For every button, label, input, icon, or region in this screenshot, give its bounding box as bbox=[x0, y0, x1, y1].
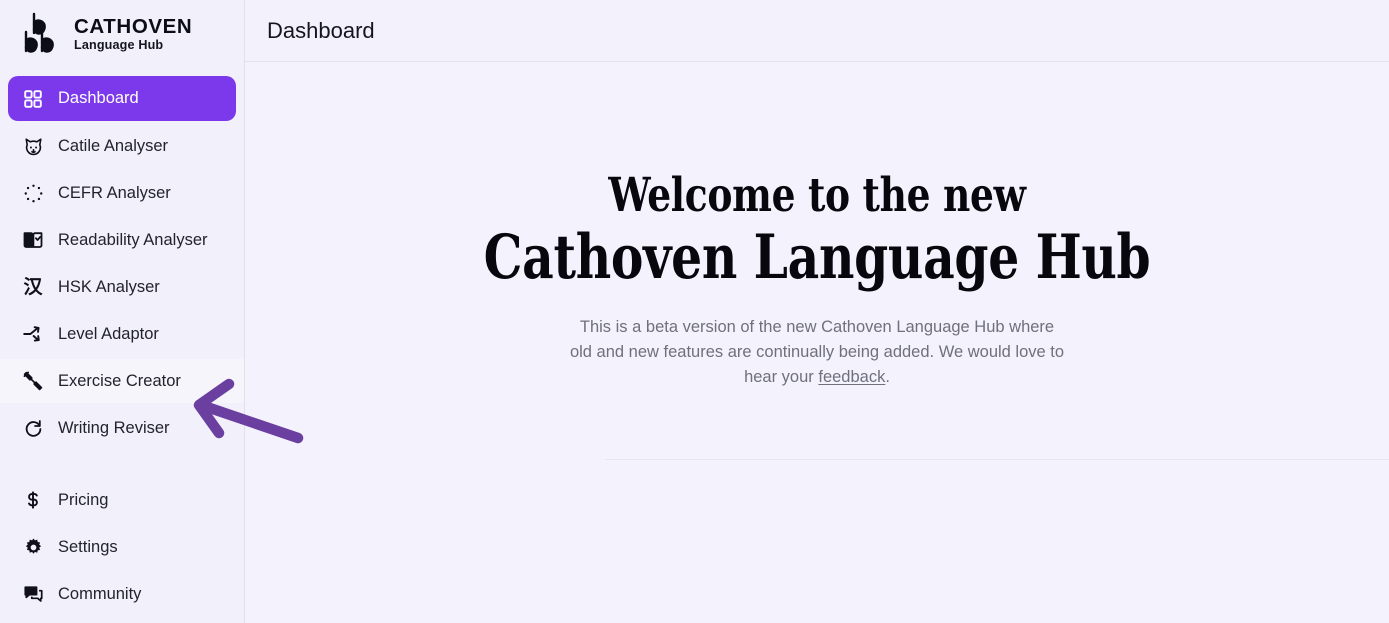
sidebar-nav-bottom: Pricing Settings Community bbox=[0, 475, 244, 619]
sidebar-item-pricing[interactable]: Pricing bbox=[8, 478, 236, 522]
welcome-heading-line2: Cathoven Language Hub bbox=[483, 222, 1151, 294]
welcome-hero: Welcome to the new Cathoven Language Hub… bbox=[367, 168, 1267, 390]
sidebar-item-hsk-analyser[interactable]: 汉 HSK Analyser bbox=[8, 265, 236, 309]
sidebar-item-label: Exercise Creator bbox=[58, 371, 181, 390]
page-title: Dashboard bbox=[267, 17, 375, 43]
sidebar-item-community[interactable]: Community bbox=[8, 572, 236, 616]
shuffle-arrows-icon bbox=[22, 323, 44, 345]
sidebar-item-writing-reviser[interactable]: Writing Reviser bbox=[8, 406, 236, 450]
rotate-refresh-icon bbox=[22, 417, 44, 439]
gear-icon bbox=[22, 536, 44, 558]
sidebar-item-exercise-creator[interactable]: Exercise Creator bbox=[0, 359, 244, 403]
cat-face-icon bbox=[22, 135, 44, 157]
feedback-link[interactable]: feedback bbox=[818, 368, 885, 386]
sidebar: CATHOVEN Language Hub Dashboard Catile A… bbox=[0, 0, 245, 623]
sidebar-item-cefr-analyser[interactable]: CEFR Analyser bbox=[8, 171, 236, 215]
sidebar-item-label: CEFR Analyser bbox=[58, 183, 171, 202]
main-area: Dashboard Welcome to the new Cathoven La… bbox=[245, 0, 1389, 623]
open-book-icon bbox=[22, 229, 44, 251]
sidebar-nav-main: Dashboard Catile Analyser CEFR Analyser … bbox=[0, 70, 244, 453]
brand-subtitle: Language Hub bbox=[74, 38, 164, 53]
sidebar-item-level-adaptor[interactable]: Level Adaptor bbox=[8, 312, 236, 356]
welcome-description: This is a beta version of the new Cathov… bbox=[567, 315, 1067, 390]
eu-stars-icon bbox=[22, 182, 44, 204]
content-divider bbox=[605, 459, 1389, 460]
hanzi-han-icon: 汉 bbox=[23, 275, 43, 298]
sidebar-item-label: Pricing bbox=[58, 490, 109, 509]
chat-bubbles-icon bbox=[22, 583, 44, 605]
brand-title: CATHOVEN bbox=[74, 14, 193, 38]
sidebar-item-dashboard[interactable]: Dashboard bbox=[8, 76, 236, 121]
double-b-logo-icon bbox=[18, 10, 64, 60]
dollar-sign-icon bbox=[22, 489, 44, 511]
dumbbell-icon bbox=[22, 370, 44, 392]
brand-logo[interactable]: CATHOVEN Language Hub bbox=[0, 0, 244, 70]
sidebar-item-label: Level Adaptor bbox=[58, 324, 159, 343]
sidebar-item-label: Settings bbox=[58, 537, 118, 556]
welcome-description-period: . bbox=[885, 367, 890, 386]
sidebar-item-label: Catile Analyser bbox=[58, 136, 169, 155]
content-area: Welcome to the new Cathoven Language Hub… bbox=[245, 62, 1389, 623]
app-root: CATHOVEN Language Hub Dashboard Catile A… bbox=[0, 0, 1389, 623]
top-header: Dashboard bbox=[245, 0, 1389, 62]
sidebar-item-label: Community bbox=[58, 584, 142, 603]
sidebar-item-label: HSK Analyser bbox=[58, 277, 160, 296]
welcome-heading-line1: Welcome to the new bbox=[608, 168, 1026, 223]
sidebar-item-label: Dashboard bbox=[58, 89, 139, 107]
sidebar-item-label: Writing Reviser bbox=[58, 418, 170, 437]
sidebar-item-settings[interactable]: Settings bbox=[8, 525, 236, 569]
welcome-description-text: This is a beta version of the new Cathov… bbox=[569, 317, 1065, 386]
sidebar-item-catile-analyser[interactable]: Catile Analyser bbox=[8, 124, 236, 168]
grid-icon bbox=[22, 88, 44, 110]
sidebar-item-label: Readability Analyser bbox=[58, 230, 208, 249]
sidebar-item-readability-analyser[interactable]: Readability Analyser bbox=[8, 218, 236, 262]
